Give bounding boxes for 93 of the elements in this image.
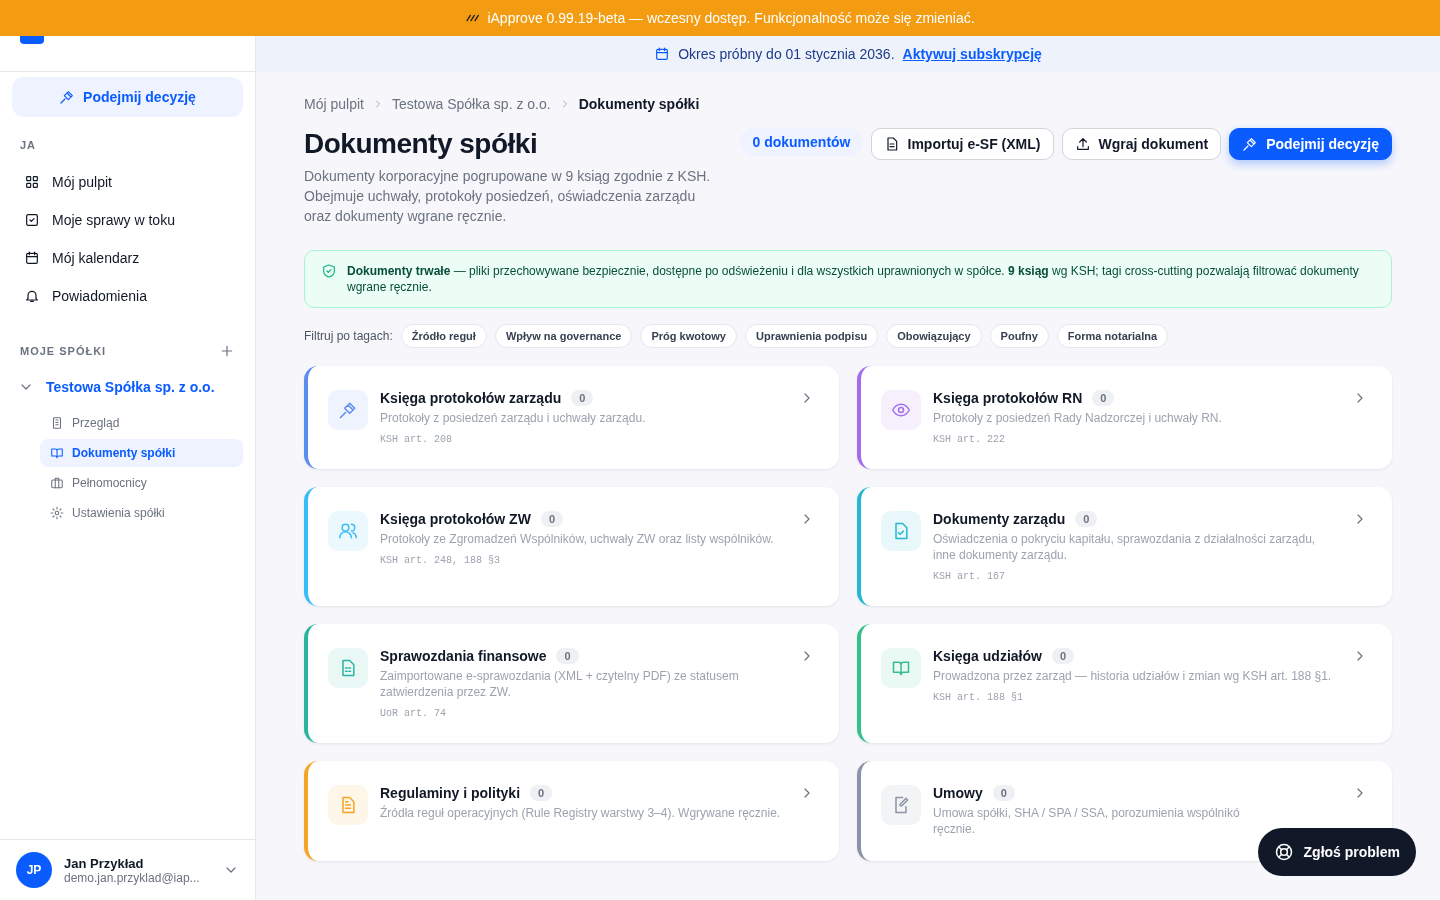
subnav-item[interactable]: Przegląd: [40, 409, 243, 437]
briefcase-icon: [50, 476, 64, 490]
avatar: JP: [16, 852, 52, 888]
book-title: Księga protokołów RN: [933, 390, 1083, 406]
subnav-item[interactable]: Dokumenty spółki: [40, 439, 243, 467]
section-title: MOJE SPÓŁKI: [20, 345, 107, 357]
breadcrumb-item[interactable]: Mój pulpit: [304, 96, 364, 112]
filter-tag[interactable]: Poufny: [989, 324, 1049, 348]
breadcrumb-item[interactable]: Testowa Spółka sp. z o.o.: [391, 96, 551, 112]
filter-label: Filtruj po tagach:: [304, 329, 393, 343]
filter-tag[interactable]: Wpływ na governance: [494, 324, 633, 348]
book-title: Umowy: [933, 785, 983, 801]
book-card[interactable]: Księga protokołów zarządu 0 Protokoły z posiedzeń zarządu i uchwały zarządu. KSH art. 208: [304, 366, 839, 469]
lifebuoy-icon: [1273, 842, 1294, 862]
book-description: Protokoły z posiedzeń zarządu i uchwały zarządu.: [380, 410, 647, 426]
people-icon: [338, 521, 358, 541]
gavel-icon: [338, 400, 358, 420]
law-reference: UoR art. 74: [380, 708, 447, 719]
calendar-icon: [654, 46, 671, 62]
shield-icon: [321, 263, 337, 279]
book-card[interactable]: Księga protokołów ZW 0 Protokoły ze Zgromadzeń Wspólników, uchwały ZW oraz listy wspólników. KSH art. 248, 188 §3: [304, 487, 839, 606]
calendar-icon: [24, 250, 40, 266]
filter-tag[interactable]: Uprawnienia podpisu: [745, 324, 879, 348]
count-badge: 0: [571, 390, 594, 406]
count-badge: 0: [530, 785, 553, 801]
book-description: Prowadzona przez zarząd — historia udziałów i zmian wg KSH art. 188 §1.: [933, 668, 1333, 684]
section-title: JA: [20, 139, 37, 151]
law-reference: KSH art. 167: [933, 571, 1006, 582]
filter-tag[interactable]: Obowiązujący: [886, 324, 982, 348]
count-badge: 0: [1075, 511, 1098, 527]
book-icon: [891, 658, 911, 678]
book-description: Umowa spółki, SHA / SPA / SSA, porozumienia wspólnikó ręcznie.: [933, 805, 1241, 837]
book-description: Protokoły z posiedzeń Rady Nadzorczej i uchwały RN.: [933, 410, 1223, 426]
count-badge: 0: [540, 511, 563, 527]
book-card[interactable]: Dokumenty zarządu 0 Oświadczenia o pokryciu kapitału, sprawozdania z działalności zarządu, inne dokumenty zarządu. KSH art. 167: [857, 487, 1392, 606]
book-card[interactable]: Regulaminy i polityki 0 Źródła reguł operacyjnych (Rule Registry warstwy 3–4). Wgrywane ręcznie.: [304, 761, 839, 861]
filter-tag[interactable]: Próg kwotowy: [640, 324, 737, 348]
logo-icon: [20, 36, 44, 44]
law-reference: KSH art. 222: [933, 434, 1006, 445]
nav-item[interactable]: Mój kalendarz: [12, 239, 243, 277]
count-badge: 0: [1092, 390, 1115, 406]
report-problem-button[interactable]: Zgłoś problem: [1257, 828, 1416, 876]
book-card[interactable]: Księga protokołów RN 0 Protokoły z posiedzeń Rady Nadzorczej i uchwały RN. KSH art. 222: [857, 366, 1392, 469]
subscribe-link[interactable]: Aktywuj subskrypcję: [902, 46, 1042, 62]
law-reference: KSH art. 248, 188 §3: [380, 555, 502, 566]
book-title: Księga protokołów ZW: [380, 511, 531, 527]
upload-button[interactable]: Wgraj dokument: [1061, 128, 1222, 160]
book-description: Źródła reguł operacyjnych (Rule Registry warstwy 3–4). Wgrywane ręcznie.: [380, 805, 782, 821]
filter-tag[interactable]: Forma notarialna: [1056, 324, 1169, 348]
decision-button[interactable]: Podejmij decyzję: [1229, 128, 1392, 160]
user-email: demo.jan.przyklad@iap...: [64, 870, 201, 885]
upload-icon: [1074, 136, 1091, 152]
book-card[interactable]: Sprawozdania finansowe 0 Zaimportowane e-sprawozdania (XML + czytelny PDF) ze statusem zatwierdzenia przez ZW. UoR art. 74: [304, 624, 839, 743]
plus-icon: [219, 343, 235, 359]
building-icon: [50, 416, 64, 430]
subnav-item[interactable]: Ustawienia spółki: [40, 499, 243, 527]
nav-item[interactable]: Moje sprawy w toku: [12, 201, 243, 239]
user-name: Jan Przykład: [64, 855, 145, 871]
law-reference: KSH art. 188 §1: [933, 692, 1024, 703]
nav-item[interactable]: Powiadomienia: [12, 277, 243, 315]
law-reference: KSH art. 208: [380, 434, 453, 445]
bell-icon: [24, 288, 40, 304]
count-badge: 0: [556, 648, 579, 664]
checkbox-icon: [24, 212, 40, 228]
book-description: Protokoły ze Zgromadzeń Wspólników, uchwały ZW oraz listy wspólników.: [380, 531, 775, 547]
subnav-item[interactable]: Pełnomocnicy: [40, 469, 243, 497]
book-title: Dokumenty zarządu: [933, 511, 1066, 527]
gavel-icon: [59, 89, 76, 105]
company-item[interactable]: Testowa Spółka sp. z o.o.: [0, 371, 255, 403]
grid-icon: [24, 174, 40, 190]
count-badge: 0: [1051, 648, 1075, 664]
document-count: 0 dokumentów: [740, 128, 863, 156]
book-icon: [50, 446, 64, 460]
import-button[interactable]: Importuj e-SF (XML): [870, 128, 1054, 160]
book-description: Oświadczenia o pokryciu kapitału, sprawozdania z działalności zarządu, inne dokumenty zarządu.: [933, 531, 1317, 563]
trial-text: Okres próbny do 01 stycznia 2036.: [678, 46, 895, 62]
decision-button[interactable]: Podejmij decyzję: [12, 77, 243, 117]
breadcrumb-item: Dokumenty spółki: [578, 96, 700, 112]
book-title: Księga protokołów zarządu: [380, 390, 562, 406]
book-title: Regulaminy i polityki: [380, 785, 521, 801]
filter-tag[interactable]: Źródło reguł: [400, 324, 487, 348]
book-description: Zaimportowane e-sprawozdania (XML + czytelny PDF) ze statusem zatwierdzenia przez ZW.: [380, 668, 740, 700]
book-card[interactable]: Księga udziałów 0 Prowadzona przez zarząd — historia udziałów i zmian wg KSH art. 188 §1. KSH art. 188 §1: [857, 624, 1392, 743]
page-title: Dokumenty spółki: [304, 128, 539, 160]
book-title: Księga udziałów: [933, 648, 1042, 664]
gavel-icon: [1242, 136, 1259, 152]
count-badge: 0: [992, 785, 1015, 801]
eye-icon: [891, 400, 911, 420]
page-description: Dokumenty korporacyjne pogrupowane w 9 ksiąg zgodnie z KSH. Obejmuje uchwały, protokoły posiedzeń, oświadczenia zarządu oraz dokumenty wgrane ręcznie.: [304, 167, 712, 226]
notice-text: Dokumenty trwałe — pliki przechowywane bezpiecznie, dostępne po odświeżeniu i dla wszystkich uprawnionych w spółce. 9 ksiąg wg KSH; tagi cross-cutting pozwalają filtrować dokumenty wgrane ręcznie.: [347, 263, 1360, 295]
nav-item[interactable]: Mój pulpit: [12, 163, 243, 201]
book-title: Sprawozdania finansowe: [380, 648, 547, 664]
banner-text: iApprove 0.99.19-beta — wczesny dostęp. Funkcjonalność może się zmieniać.: [487, 10, 975, 26]
